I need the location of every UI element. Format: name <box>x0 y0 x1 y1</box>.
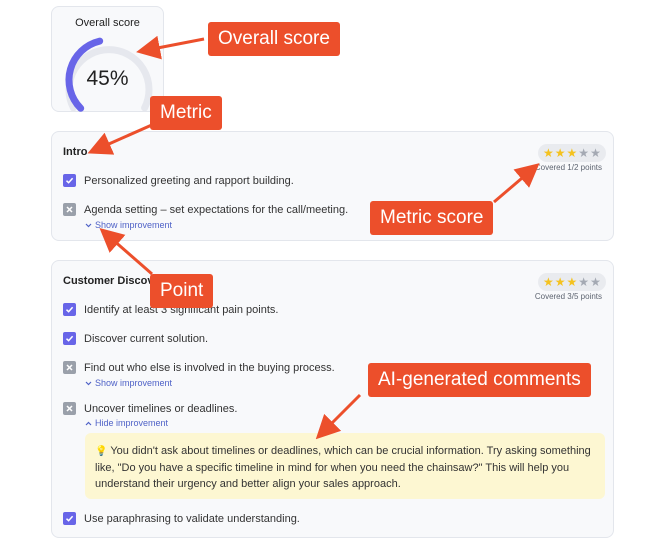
annotation-metric: Metric <box>150 96 222 130</box>
arrow-point <box>99 228 153 276</box>
arrow-ai <box>315 393 362 440</box>
annotation-overall-score: Overall score <box>208 22 340 56</box>
annotation-point: Point <box>150 274 214 308</box>
annotation-metric-score: Metric score <box>370 201 494 235</box>
annotation-ai-comments: AI-generated comments <box>368 363 591 397</box>
arrow-overall <box>136 35 205 60</box>
arrow-metric <box>87 122 155 155</box>
arrow-metric-score <box>493 163 540 204</box>
annotation-arrows <box>87 35 540 440</box>
